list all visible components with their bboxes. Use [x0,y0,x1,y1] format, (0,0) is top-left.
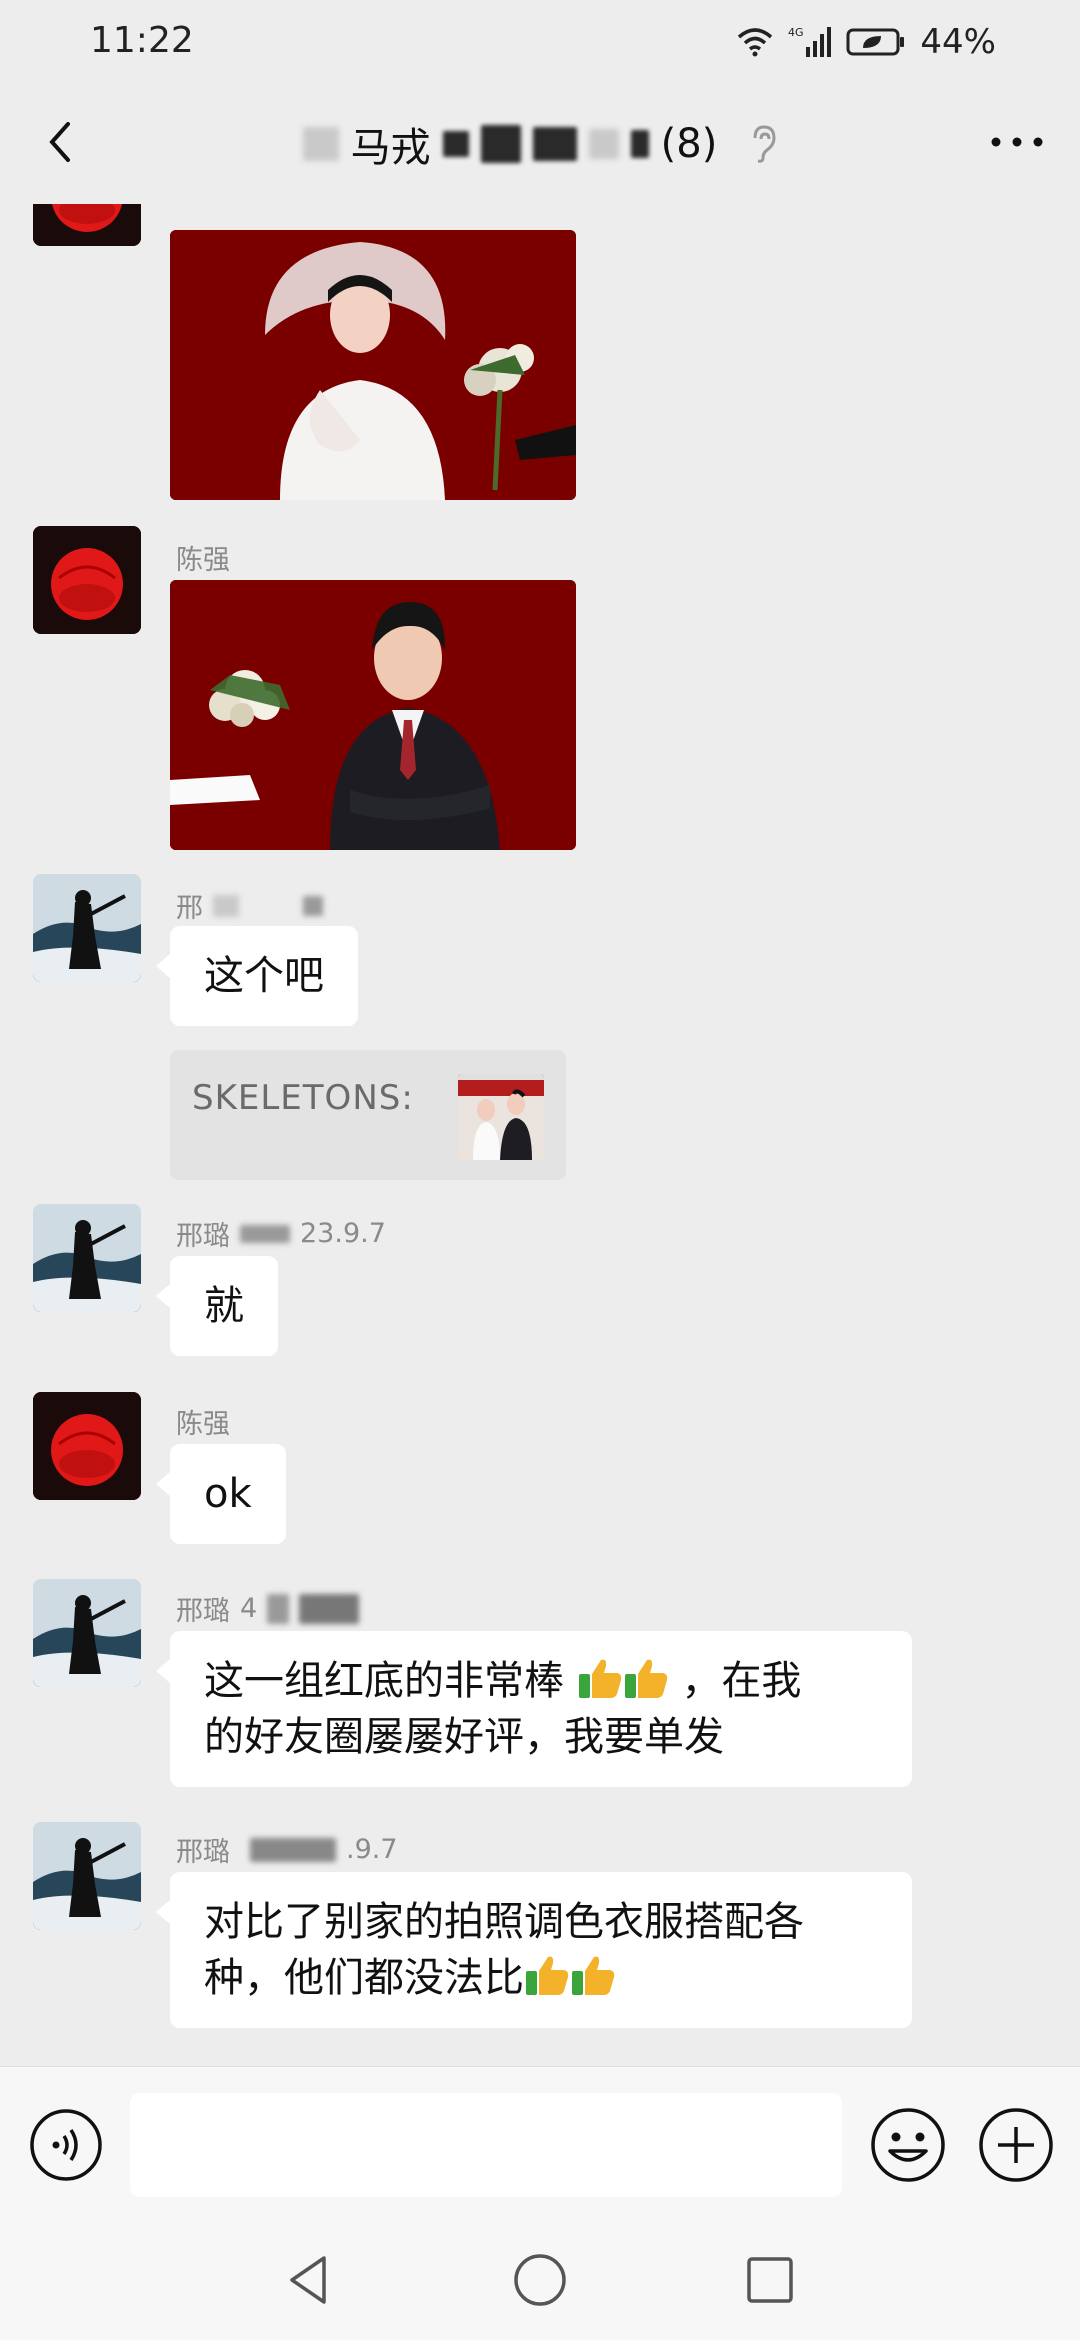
bride-photo [170,230,576,500]
chat-title: 马戎 (8) [250,114,830,174]
message-item: 邢璐 23.9.7 就 [0,1204,1080,1374]
status-indicators: 4G 44% [736,20,996,64]
message-text: ok [204,1471,252,1517]
avatar[interactable] [33,1579,141,1687]
redacted-text [532,127,577,161]
text-message-bubble[interactable]: ok [156,1444,286,1544]
text-message-bubble[interactable]: 这一组红底的非常棒 ，在我 的好友圈屡屡好评，我要单发 [156,1631,912,1787]
message-item: 邢璐 .9.7 对比了别家的拍照调色衣服搭配各 种，他们都没法比 [0,1822,1080,2052]
message-line: 这一组红底的非常棒 ，在我 [204,1658,802,1704]
image-message[interactable] [170,580,576,850]
couple-photo-thumbnail [458,1074,544,1160]
redacted-text [267,1593,290,1624]
avatar[interactable] [33,1392,141,1500]
redacted-text [240,1224,290,1243]
ear-icon [749,124,777,164]
redacted-text [588,129,619,159]
thumbs-up-emoji [578,1659,621,1698]
status-bar: 11:22 4G 44% [0,0,1080,84]
battery-percentage: 44% [920,22,996,62]
avatar[interactable] [33,1204,141,1312]
message-item: 陈强 [0,526,1080,856]
message-input-bar [0,2066,1080,2221]
message-text-input[interactable] [130,2093,842,2197]
redacted-text [250,1837,336,1862]
redacted-text [302,127,339,161]
nav-back-icon[interactable] [280,2250,340,2310]
avatar[interactable] [33,874,141,982]
cellular-signal-icon: 4G [788,25,832,59]
sender-name: 陈强 [176,204,230,205]
chat-title-text: 马戎 [350,125,431,171]
message-item: 陈强 [0,204,1080,514]
redacted-text [442,131,469,157]
redacted-text [213,894,239,917]
sender-name: 陈强 [176,545,230,576]
status-time: 11:22 [90,20,194,61]
plus-icon[interactable] [976,2105,1056,2185]
emoji-icon[interactable] [868,2105,948,2185]
message-item: 邢 这个吧 SKELETONS: [0,874,1080,1194]
sender-name: 邢璐 23.9.7 [176,1218,386,1252]
text-message-bubble[interactable]: 对比了别家的拍照调色衣服搭配各 种，他们都没法比 [156,1872,912,2028]
sender-name: 邢 [176,886,323,925]
voice-input-icon[interactable] [28,2107,104,2183]
back-chevron-icon[interactable] [30,112,90,172]
message-item: 邢璐 4 这一组红底的非常棒 ，在我 的好友圈屡屡好评，我要单发 [0,1579,1080,1809]
quoted-text: SKELETONS: [192,1078,414,1118]
groom-photo [170,580,576,850]
thumbs-up-emoji [572,1956,615,1995]
battery-icon [846,27,906,57]
wifi-icon [736,27,774,57]
message-line: 种，他们都没法比 [204,1950,878,2006]
nav-recents-icon[interactable] [740,2250,800,2310]
svg-text:4G: 4G [788,26,804,39]
message-text: 这个吧 [204,953,324,999]
redacted-text [630,130,649,158]
avatar[interactable] [33,204,141,246]
more-dots-icon[interactable] [984,112,1050,172]
text-message-bubble[interactable]: 就 [156,1256,278,1356]
text-message-bubble[interactable]: 这个吧 [156,926,358,1026]
quoted-message[interactable]: SKELETONS: [170,1050,566,1180]
message-item: 陈强 ok [0,1392,1080,1562]
avatar[interactable] [33,1822,141,1930]
thumbs-up-emoji [624,1659,667,1698]
sender-name: 陈强 [176,1409,230,1440]
redacted-text [299,1593,360,1624]
chat-message-list[interactable]: 陈强 陈强 [0,204,1080,2066]
message-text: 就 [204,1283,244,1329]
message-line: 对比了别家的拍照调色衣服搭配各 [204,1899,804,1945]
sender-name: 邢璐 .9.7 [176,1834,398,1868]
chat-header: 马戎 (8) [0,84,1080,204]
redacted-text [480,125,521,163]
thumbs-up-emoji [526,1956,569,1995]
member-count: (8) [660,121,718,167]
sender-name: 邢璐 4 [176,1589,360,1628]
nav-home-icon[interactable] [510,2250,570,2310]
avatar[interactable] [33,526,141,634]
image-message[interactable] [170,230,576,500]
message-line: 的好友圈屡屡好评，我要单发 [204,1714,724,1760]
system-navigation-bar [0,2220,1080,2340]
redacted-text [303,895,323,916]
